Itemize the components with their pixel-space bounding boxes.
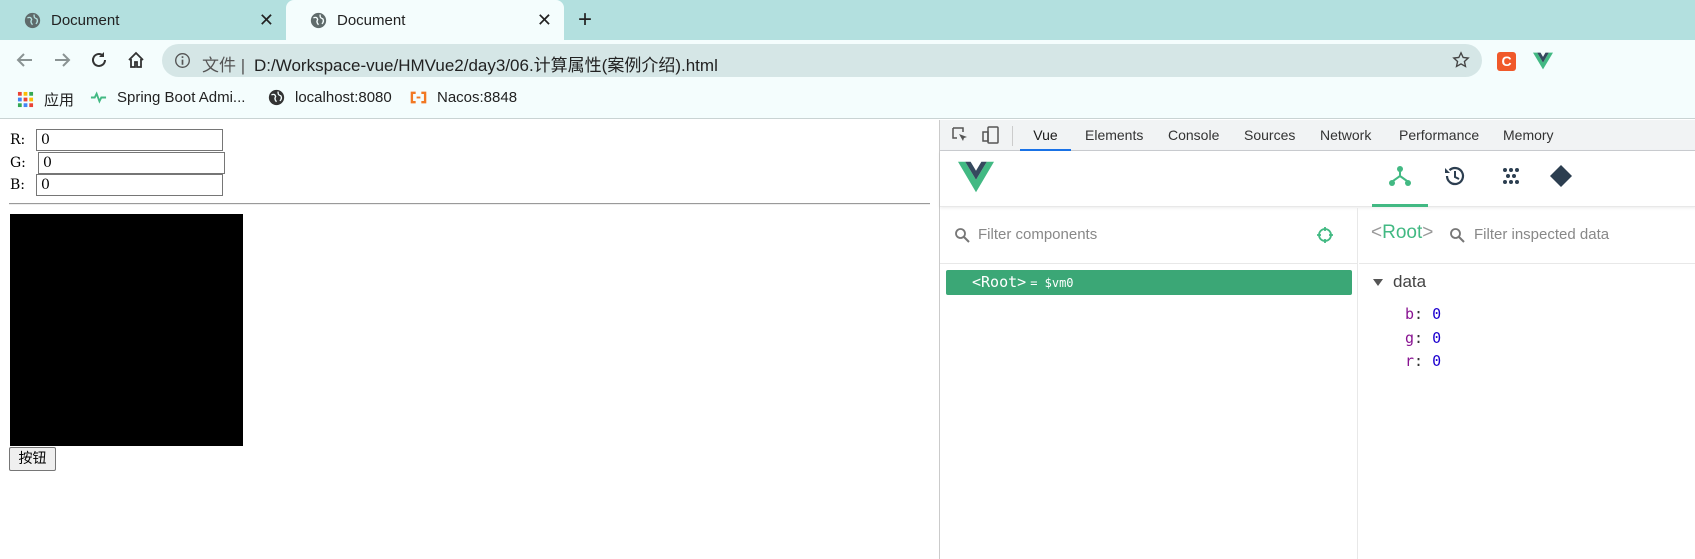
devtools-tab-sources[interactable]: Sources [1244, 120, 1295, 151]
vuex-dots-icon[interactable] [1498, 163, 1524, 189]
b-label: B: [10, 177, 26, 193]
tab-title: Document [51, 11, 120, 29]
bookmark-nacos[interactable]: Nacos:8848 [410, 89, 517, 106]
bookmark-label: localhost:8080 [295, 89, 392, 106]
browser-toolbar: 文件 | D:/Workspace-vue/HMVue2/day3/06.计算属… [0, 40, 1695, 80]
page-viewport: R: 0 G: 0 B: 0 按钮 [0, 120, 939, 559]
bookmark-label: 应用 [44, 92, 75, 109]
tab-strip: Document ✕ Document ✕ + [0, 0, 1695, 40]
inspect-element-icon[interactable] [951, 126, 969, 144]
star-bookmark-icon[interactable] [1452, 51, 1470, 69]
router-icon[interactable] [1548, 163, 1574, 189]
tab-title: Document [337, 11, 406, 29]
apps-grid-icon [17, 91, 34, 108]
root-vm-ref: = $vm0 [1030, 276, 1074, 290]
active-view-indicator [1372, 204, 1428, 207]
vue-devtools-extension-icon[interactable] [1533, 52, 1553, 70]
browser-tab-2[interactable]: Document ✕ [286, 0, 564, 40]
bookmark-spring-boot-admin[interactable]: Spring Boot Admi... [90, 89, 245, 106]
info-icon[interactable] [174, 52, 191, 69]
g-label: G: [10, 155, 26, 171]
browser-tab-1[interactable]: Document ✕ [0, 0, 286, 40]
divider [9, 203, 930, 205]
address-bar[interactable]: 文件 | D:/Workspace-vue/HMVue2/day3/06.计算属… [162, 44, 1482, 77]
devtools-tabbar: Vue Elements Console Sources Network Per… [940, 120, 1695, 151]
components-filter[interactable]: Filter components [940, 208, 1358, 264]
b-input[interactable]: 0 [36, 174, 223, 196]
extension-c-icon[interactable]: C [1497, 52, 1516, 71]
g-input[interactable]: 0 [38, 152, 225, 174]
globe-icon [268, 89, 285, 106]
select-component-target-icon[interactable] [1316, 226, 1334, 244]
bookmark-label: Spring Boot Admi... [117, 89, 246, 106]
data-section-toggle[interactable]: data [1373, 272, 1426, 292]
inspector-filter-input[interactable]: Filter inspected data [1474, 226, 1609, 243]
devtools-tab-performance[interactable]: Performance [1399, 120, 1479, 151]
forward-arrow-icon[interactable] [52, 50, 72, 70]
inspector-header: <Root> Filter inspected data [1359, 208, 1695, 264]
r-label: R: [10, 132, 26, 148]
globe-icon [24, 12, 41, 28]
vue-devtools-header [940, 151, 1695, 207]
bookmark-localhost[interactable]: localhost:8080 [268, 89, 392, 106]
address-url[interactable]: D:/Workspace-vue/HMVue2/day3/06.计算属性(案例介… [254, 51, 718, 76]
reload-icon[interactable] [89, 50, 109, 70]
bookmark-apps[interactable]: 应用 [17, 89, 74, 110]
devtools-tab-network[interactable]: Network [1320, 120, 1371, 151]
r-input[interactable]: 0 [36, 129, 223, 151]
bookmark-label: Nacos:8848 [437, 89, 518, 106]
bookmarks-bar: 应用 Spring Boot Admi... localhost:8080 Na… [0, 80, 1695, 119]
inspected-component-title: <Root> [1371, 222, 1434, 243]
nacos-icon [410, 91, 427, 104]
components-pane: Filter components <Root> = $vm0 [940, 208, 1358, 559]
color-preview-box [10, 214, 243, 446]
address-prefix: 文件 | [202, 56, 246, 75]
collapse-triangle-icon [1373, 279, 1383, 287]
data-prop-g[interactable]: g: 0 [1405, 329, 1441, 347]
devtools-tab-elements[interactable]: Elements [1085, 120, 1143, 151]
root-component-row[interactable]: <Root> = $vm0 [946, 270, 1352, 295]
devtools-tab-vue[interactable]: Vue [1020, 120, 1071, 151]
close-tab-icon[interactable]: ✕ [537, 11, 552, 29]
devtools-tab-console[interactable]: Console [1168, 120, 1219, 151]
search-icon [1450, 228, 1465, 243]
action-button[interactable]: 按钮 [9, 447, 56, 471]
components-tree-icon[interactable] [1387, 163, 1413, 189]
data-prop-r[interactable]: r: 0 [1405, 352, 1441, 370]
new-tab-button[interactable]: + [578, 8, 592, 32]
globe-icon [310, 12, 327, 28]
toolbar-separator [1012, 126, 1013, 146]
back-arrow-icon[interactable] [15, 50, 35, 70]
home-icon[interactable] [126, 50, 146, 70]
device-toolbar-icon[interactable] [982, 126, 1000, 144]
data-prop-b[interactable]: b: 0 [1405, 305, 1441, 323]
search-icon [955, 228, 970, 243]
vue-logo-icon [958, 161, 994, 193]
close-tab-icon[interactable]: ✕ [259, 11, 274, 29]
heartbeat-icon [90, 91, 107, 104]
root-component-label: <Root> [972, 273, 1027, 291]
devtools-tab-memory[interactable]: Memory [1503, 120, 1554, 151]
inspector-pane: <Root> Filter inspected data data b: 0 g… [1359, 208, 1695, 559]
devtools-panel: Vue Elements Console Sources Network Per… [939, 120, 1695, 559]
history-icon[interactable] [1442, 163, 1468, 189]
components-filter-placeholder: Filter components [978, 226, 1098, 243]
